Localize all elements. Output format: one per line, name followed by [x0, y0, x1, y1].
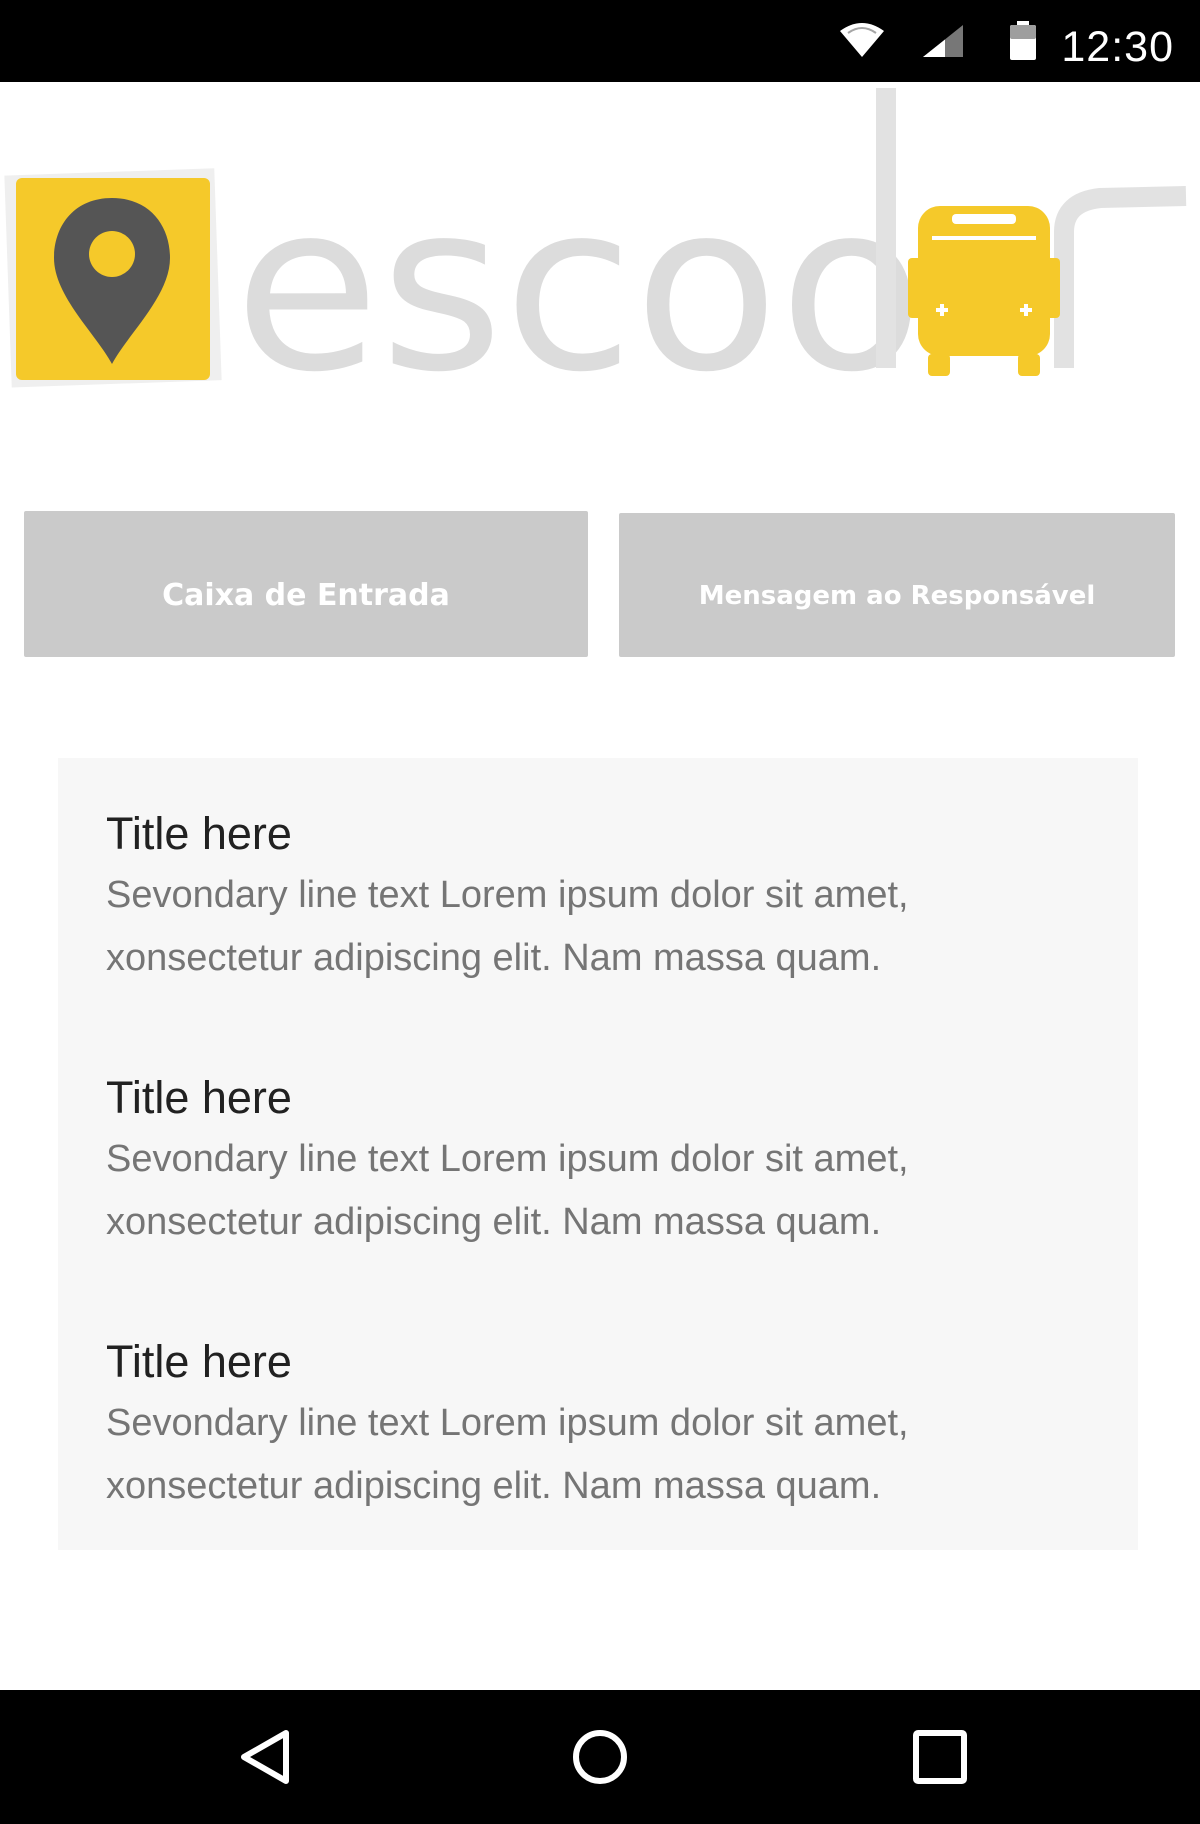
recents-icon — [913, 1730, 967, 1784]
message-guardian-button[interactable]: Mensagem ao Responsável — [619, 513, 1175, 657]
navigation-bar — [0, 1690, 1200, 1824]
list-item-line: xonsectetur adipiscing elit. Nam massa q… — [106, 937, 882, 979]
message-guardian-button-label: Mensagem ao Responsável — [698, 581, 1096, 611]
list-item-line: xonsectetur adipiscing elit. Nam massa q… — [106, 1465, 882, 1507]
list-item-body: Sevondary line text Lorem ipsum dolor si… — [106, 1128, 1106, 1254]
list-item[interactable]: Title here Sevondary line text Lorem ips… — [106, 1070, 1106, 1254]
home-button[interactable] — [530, 1690, 670, 1824]
list-item-line: Sevondary line text Lorem ipsum dolor si… — [106, 874, 909, 916]
cell-signal-icon — [920, 0, 966, 82]
recents-button[interactable] — [870, 1690, 1010, 1824]
list-item[interactable]: Title here Sevondary line text Lorem ips… — [106, 806, 1106, 990]
home-icon — [573, 1730, 627, 1784]
status-bar: 12:30 — [0, 0, 1200, 82]
battery-icon — [1008, 0, 1038, 82]
back-button[interactable] — [194, 1690, 334, 1824]
bus-icon — [908, 206, 1060, 376]
list-item-line: Sevondary line text Lorem ipsum dolor si… — [106, 1402, 909, 1444]
list-item-title: Title here — [106, 808, 292, 859]
inbox-button[interactable]: Caixa de Entrada — [24, 511, 588, 657]
app-logo: escoo — [0, 82, 1200, 423]
list-item-body: Sevondary line text Lorem ipsum dolor si… — [106, 1392, 1106, 1518]
message-list: Title here Sevondary line text Lorem ips… — [58, 758, 1138, 1550]
list-item-title: Title here — [106, 1072, 292, 1123]
list-item-line: xonsectetur adipiscing elit. Nam massa q… — [106, 1201, 882, 1243]
inbox-button-label: Caixa de Entrada — [162, 577, 450, 613]
list-item-body: Sevondary line text Lorem ipsum dolor si… — [106, 864, 1106, 990]
svg-text:escoo: escoo — [234, 153, 924, 422]
status-time: 12:30 — [1061, 23, 1174, 71]
action-buttons: Caixa de Entrada Mensagem ao Responsável — [24, 511, 1176, 659]
list-item-line: Sevondary line text Lorem ipsum dolor si… — [106, 1138, 909, 1180]
wifi-icon — [838, 0, 886, 82]
back-icon — [241, 1730, 289, 1784]
list-item[interactable]: Title here Sevondary line text Lorem ips… — [106, 1334, 1106, 1518]
list-item-title: Title here — [106, 1336, 292, 1387]
